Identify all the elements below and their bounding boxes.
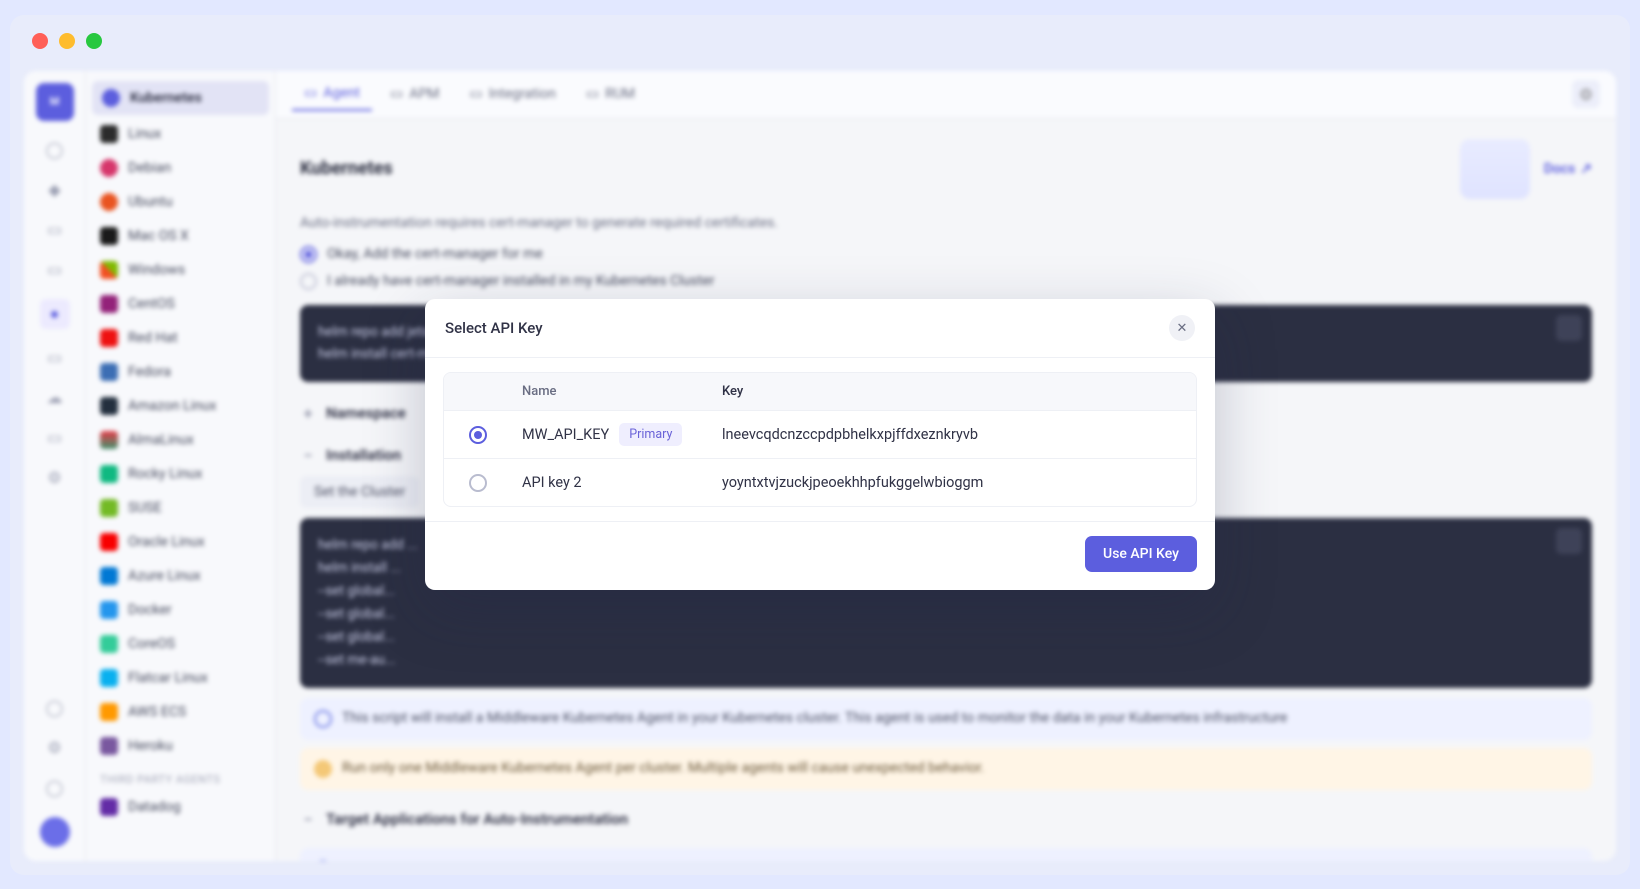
- api-key-table: Name Key MW_API_KEY Primary lneevcqdcnzcc…: [443, 372, 1197, 507]
- column-header-key: Key: [712, 373, 1196, 410]
- api-key-name: MW_API_KEY: [522, 426, 609, 443]
- api-key-row[interactable]: MW_API_KEY Primary lneevcqdcnzccpdpbhelkx…: [444, 410, 1196, 458]
- table-header-row: Name Key: [444, 373, 1196, 410]
- radio-icon: [469, 426, 487, 444]
- api-key-name: API key 2: [522, 474, 582, 491]
- api-key-row[interactable]: API key 2 yoyntxtvjzuckjpeoekhhpfukggelw…: [444, 458, 1196, 506]
- api-key-value: yoyntxtvjzuckjpeoekhhpfukggelwbioggm: [712, 462, 1196, 503]
- column-header-name: Name: [512, 373, 712, 410]
- select-api-key-modal: Select API Key ✕ Name Key MW_API_KEY Prim…: [425, 299, 1215, 590]
- modal-backdrop: Select API Key ✕ Name Key MW_API_KEY Prim…: [10, 15, 1630, 875]
- primary-badge: Primary: [619, 423, 682, 446]
- api-key-value: lneevcqdcnzccpdpbhelkxpjffdxeznkryvb: [712, 414, 1196, 455]
- use-api-key-button[interactable]: Use API Key: [1085, 536, 1197, 572]
- modal-close-button[interactable]: ✕: [1169, 315, 1195, 341]
- modal-title: Select API Key: [445, 319, 543, 337]
- radio-icon: [469, 474, 487, 492]
